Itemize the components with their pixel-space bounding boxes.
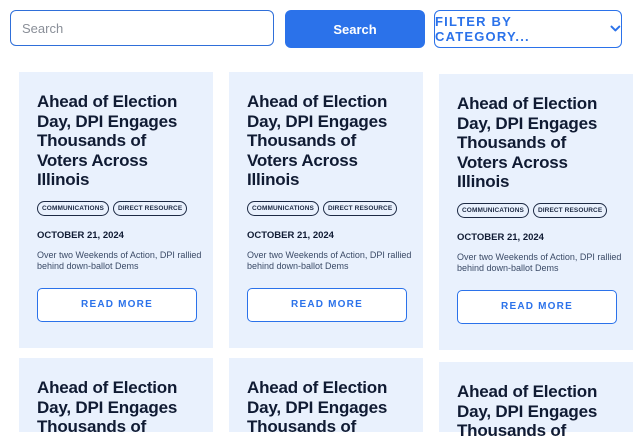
post-title[interactable]: Ahead of Election Day, DPI Engages Thous… (247, 378, 397, 437)
filter-by-category-dropdown[interactable]: FILTER BY CATEGORY... (434, 10, 622, 48)
post-title[interactable]: Ahead of Election Day, DPI Engages Thous… (37, 92, 187, 190)
read-more-button[interactable]: READ MORE (247, 287, 407, 322)
post-title[interactable]: Ahead of Election Day, DPI Engages Thous… (457, 94, 607, 192)
category-tag[interactable]: COMMUNICATIONS (247, 200, 319, 216)
post-card: Ahead of Election Day, DPI Engages Thous… (19, 72, 213, 348)
post-title[interactable]: Ahead of Election Day, DPI Engages Thous… (247, 92, 397, 190)
post-date: OCTOBER 21, 2024 (37, 229, 124, 241)
read-more-button[interactable]: READ MORE (457, 289, 617, 324)
read-more-button[interactable]: READ MORE (37, 287, 197, 322)
post-date: OCTOBER 21, 2024 (247, 229, 334, 241)
filter-label: FILTER BY CATEGORY... (435, 14, 530, 44)
post-tags: COMMUNICATIONS DIRECT RESOURCE (247, 200, 406, 216)
post-tags: COMMUNICATIONS DIRECT RESOURCE (457, 202, 616, 218)
post-excerpt: Over two Weekends of Action, DPI rallied… (457, 251, 622, 273)
post-card: Ahead of Election Day, DPI Engages Thous… (19, 358, 213, 436)
post-card: Ahead of Election Day, DPI Engages Thous… (229, 72, 423, 348)
category-tag[interactable]: DIRECT RESOURCE (112, 200, 188, 216)
category-tag[interactable]: COMMUNICATIONS (37, 200, 109, 216)
post-card: Ahead of Election Day, DPI Engages Thous… (439, 74, 633, 350)
search-button[interactable]: Search (285, 10, 425, 48)
post-excerpt: Over two Weekends of Action, DPI rallied… (37, 249, 202, 271)
chevron-down-icon (610, 25, 621, 32)
category-tag[interactable]: DIRECT RESOURCE (322, 200, 398, 216)
post-card: Ahead of Election Day, DPI Engages Thous… (439, 362, 633, 440)
search-input[interactable] (10, 10, 274, 46)
post-title[interactable]: Ahead of Election Day, DPI Engages Thous… (37, 378, 187, 437)
post-date: OCTOBER 21, 2024 (457, 231, 544, 243)
post-tags: COMMUNICATIONS DIRECT RESOURCE (37, 200, 196, 216)
post-excerpt: Over two Weekends of Action, DPI rallied… (247, 249, 412, 271)
category-tag[interactable]: DIRECT RESOURCE (532, 202, 608, 218)
post-card: Ahead of Election Day, DPI Engages Thous… (229, 358, 423, 436)
category-tag[interactable]: COMMUNICATIONS (457, 202, 529, 218)
